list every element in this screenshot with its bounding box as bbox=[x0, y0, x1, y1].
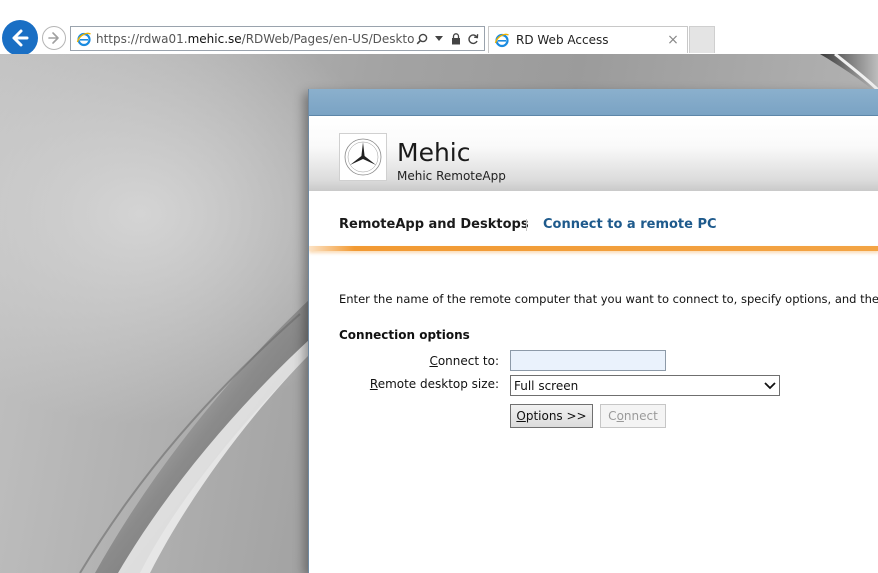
panel-topbar bbox=[309, 89, 878, 116]
connect-button[interactable]: Co nnect bbox=[600, 404, 666, 428]
desktop-size-select[interactable]: Full screen bbox=[510, 375, 780, 396]
chevron-down-icon[interactable] bbox=[761, 376, 779, 395]
connect-button-pre: C bbox=[608, 409, 617, 423]
options-button-text: ptions >> bbox=[525, 409, 587, 423]
search-icon[interactable] bbox=[415, 31, 429, 47]
forward-arrow-icon bbox=[48, 32, 59, 44]
tab-close-icon[interactable]: × bbox=[665, 32, 681, 48]
url-prefix: https://rdwa01. bbox=[96, 31, 188, 46]
rdweb-panel: Mehic Mehic RemoteApp RemoteApp and Desk… bbox=[308, 89, 878, 573]
nav-bar: RemoteApp and Desktops Connect to a remo… bbox=[309, 191, 878, 247]
address-url[interactable]: https://rdwa01.mehic.se/RDWeb/Pages/en-U… bbox=[96, 32, 415, 46]
nav-separator bbox=[526, 219, 527, 231]
connect-to-label: Connect to: bbox=[429, 354, 499, 368]
back-arrow-icon bbox=[12, 29, 29, 47]
connect-button-text: nnect bbox=[623, 409, 658, 423]
desktop-size-label: Remote desktop size: bbox=[370, 377, 499, 391]
connect-to-label-hotkey: C bbox=[429, 354, 438, 368]
options-button-hotkey: O bbox=[516, 409, 526, 423]
address-tools bbox=[415, 31, 480, 47]
address-bar[interactable]: https://rdwa01.mehic.se/RDWeb/Pages/en-U… bbox=[70, 26, 485, 51]
desktop-size-label-text: emote desktop size: bbox=[377, 377, 499, 391]
intro-text: Enter the name of the remote computer th… bbox=[339, 292, 878, 306]
company-logo bbox=[339, 133, 387, 181]
browser-chrome: https://rdwa01.mehic.se/RDWeb/Pages/en-U… bbox=[0, 0, 878, 56]
dropdown-arrow-icon[interactable] bbox=[432, 31, 446, 47]
browser-tab[interactable]: RD Web Access × bbox=[488, 26, 688, 53]
url-path: /RDWeb/Pages/en-US/Desktops.asp bbox=[241, 31, 415, 46]
options-button[interactable]: Options >> bbox=[510, 404, 593, 428]
panel-header: Mehic Mehic RemoteApp bbox=[309, 116, 878, 191]
connection-options-heading: Connection options bbox=[339, 328, 470, 342]
tab-title: RD Web Access bbox=[516, 33, 609, 47]
connect-to-input[interactable] bbox=[510, 350, 666, 371]
forward-button[interactable] bbox=[42, 26, 66, 50]
desktop-size-value: Full screen bbox=[514, 378, 579, 393]
org-name: Mehic bbox=[397, 138, 471, 167]
orange-divider bbox=[309, 246, 878, 251]
url-domain: mehic.se bbox=[187, 31, 242, 46]
connect-button-hotkey: o bbox=[616, 409, 624, 423]
back-button[interactable] bbox=[2, 20, 38, 56]
tab-connect-to-remote-pc[interactable]: Connect to a remote PC bbox=[543, 217, 717, 232]
ie-logo-icon bbox=[76, 32, 91, 46]
desktop-size-label-hotkey: R bbox=[369, 377, 378, 391]
connect-to-label-text: onnect to: bbox=[437, 354, 499, 368]
tab-ie-logo-icon bbox=[494, 33, 509, 48]
lock-icon[interactable] bbox=[449, 31, 463, 47]
org-subtitle: Mehic RemoteApp bbox=[397, 169, 506, 183]
refresh-icon[interactable] bbox=[466, 31, 480, 47]
star-emblem-icon bbox=[344, 138, 382, 176]
new-tab-button[interactable] bbox=[689, 26, 715, 53]
tab-remoteapp-and-desktops[interactable]: RemoteApp and Desktops bbox=[339, 217, 529, 232]
